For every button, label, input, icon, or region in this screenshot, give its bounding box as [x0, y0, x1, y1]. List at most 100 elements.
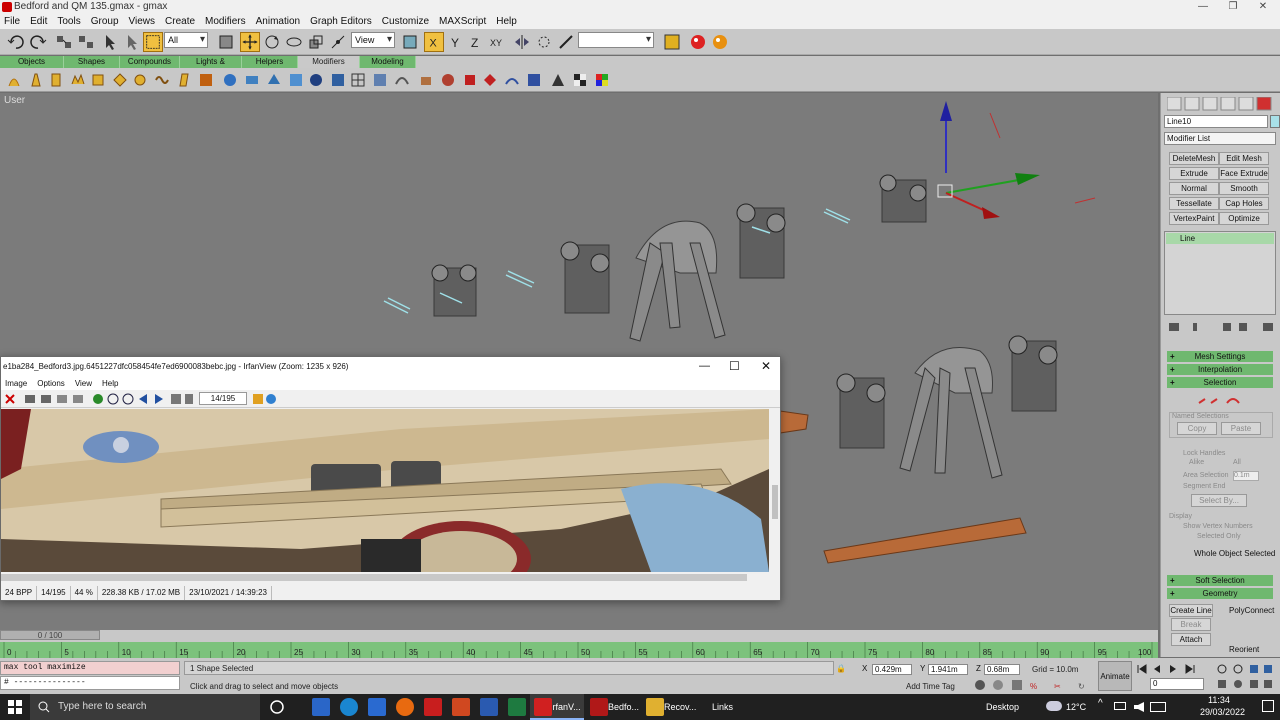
restrict-x-icon[interactable]: X: [424, 32, 444, 52]
deletemesh-button[interactable]: DeleteMesh: [1169, 152, 1219, 165]
current-frame-field[interactable]: 0: [1150, 678, 1204, 690]
irfanview-minimize-button[interactable]: —: [699, 360, 710, 372]
irfanview-window[interactable]: e1ba284_Bedford3.jpg.6451227dfc058454fe7…: [0, 356, 781, 601]
named-selection-dropdown[interactable]: [578, 32, 654, 48]
normal-modifier-icon[interactable]: [288, 72, 304, 88]
geometry-rollout[interactable]: Geometry: [1167, 588, 1273, 599]
mail-icon[interactable]: [368, 698, 386, 716]
irfanview-maximize-button[interactable]: ☐: [729, 359, 740, 373]
array-icon[interactable]: [534, 32, 554, 52]
restrict-y-icon[interactable]: Y: [446, 32, 466, 52]
selected-only-checkbox[interactable]: Selected Only: [1197, 533, 1241, 540]
task-view-icon[interactable]: [270, 700, 284, 714]
restrict-xy-icon[interactable]: XY: [488, 32, 508, 52]
network-icon[interactable]: [1114, 702, 1126, 710]
irfanview-title[interactable]: e1ba284_Bedford3.jpg.6451227dfc058454fe7…: [1, 357, 780, 377]
menu-animation[interactable]: Animation: [252, 14, 306, 29]
area-selection-field[interactable]: 0.1m: [1233, 471, 1259, 481]
mirror-icon[interactable]: [512, 32, 532, 52]
menu-create[interactable]: Create: [161, 14, 201, 29]
z-coordinate[interactable]: 0.68m: [984, 664, 1020, 675]
scale-icon[interactable]: [306, 32, 326, 52]
track-bar[interactable]: 0 5 10 15 20 25 30 35 40 45 50 55 60 65 70 75 80 85 90 95 10…: [0, 642, 1158, 658]
copy-button[interactable]: Copy: [1177, 422, 1217, 435]
playback-controls[interactable]: [1134, 662, 1216, 676]
symmetry-modifier-icon[interactable]: [550, 72, 566, 88]
irfan-menu-image[interactable]: Image: [1, 377, 33, 390]
bend-modifier-icon[interactable]: [6, 72, 22, 88]
store-icon[interactable]: [312, 698, 330, 716]
ripple-modifier-icon[interactable]: [132, 72, 148, 88]
material-modifier-icon[interactable]: [244, 72, 260, 88]
windows-start-icon[interactable]: [8, 700, 22, 714]
squeeze-modifier-icon[interactable]: [112, 72, 128, 88]
y-coordinate[interactable]: 1.941m: [928, 664, 968, 675]
lock-handles-checkbox[interactable]: Lock Handles: [1183, 450, 1225, 457]
reference-coordinate-dropdown[interactable]: View: [351, 32, 395, 48]
optimize-modifier-icon[interactable]: [330, 72, 346, 88]
unlink-icon[interactable]: [76, 32, 96, 52]
create-line-button[interactable]: Create Line: [1169, 604, 1213, 617]
attach-button[interactable]: Attach: [1171, 633, 1211, 646]
notification-icon[interactable]: [1262, 700, 1274, 712]
animate-button[interactable]: Animate: [1098, 661, 1132, 691]
irfan-menu-view[interactable]: View: [71, 377, 98, 390]
edit-mesh-icon[interactable]: [482, 72, 498, 88]
powerpoint-icon[interactable]: [452, 698, 470, 716]
smooth-button[interactable]: Smooth: [1219, 182, 1269, 195]
interpolation-rollout[interactable]: Interpolation: [1167, 364, 1273, 375]
checker-icon[interactable]: [572, 72, 588, 88]
select-by-button[interactable]: Select By...: [1191, 494, 1247, 507]
irfan-vscroll-thumb[interactable]: [772, 485, 778, 519]
edit-spline-icon[interactable]: [504, 72, 520, 88]
segment-end-checkbox[interactable]: Segment End: [1183, 483, 1225, 490]
smooth-modifier-icon[interactable]: [266, 72, 282, 88]
irfan-hscroll-thumb[interactable]: [1, 574, 747, 581]
panel-tabs[interactable]: [1167, 97, 1275, 111]
viewport-nav-controls[interactable]: [1210, 662, 1280, 692]
region-select-icon[interactable]: [143, 32, 163, 52]
reorient-checkbox[interactable]: Reorient: [1229, 645, 1259, 654]
link-icon[interactable]: [54, 32, 74, 52]
sub-object-icons[interactable]: [1197, 395, 1245, 407]
object-color-swatch[interactable]: [1270, 115, 1280, 128]
taskbar-temperature[interactable]: 12°C: [1066, 694, 1092, 720]
menu-tools[interactable]: Tools: [53, 14, 86, 29]
tray-chevron-icon[interactable]: ^: [1098, 698, 1103, 709]
quick-render-icon[interactable]: [710, 32, 730, 52]
keyboard-icon[interactable]: [1150, 702, 1166, 712]
wave-modifier-icon[interactable]: [154, 72, 170, 88]
soft-selection-rollout[interactable]: Soft Selection: [1167, 575, 1273, 586]
word-icon[interactable]: [480, 698, 498, 716]
transform-center-icon[interactable]: [400, 32, 420, 52]
pivot-icon[interactable]: [328, 32, 348, 52]
selection-rollout[interactable]: Selection: [1167, 377, 1273, 388]
tab-compounds[interactable]: Compounds: [120, 56, 180, 68]
paste-button[interactable]: Paste: [1221, 422, 1261, 435]
edit-patch-icon[interactable]: [526, 72, 542, 88]
maxscript-listener[interactable]: max tool maximize: [0, 661, 180, 675]
cap-holes-button[interactable]: Cap Holes: [1219, 197, 1269, 210]
select-by-name-icon[interactable]: [122, 32, 142, 52]
undo-icon[interactable]: [6, 32, 26, 52]
maxscript-input[interactable]: # ---------------: [0, 676, 180, 690]
noise-modifier-icon[interactable]: [70, 72, 86, 88]
tab-helpers[interactable]: Helpers: [242, 56, 298, 68]
time-slider[interactable]: 0 / 100: [0, 630, 100, 640]
selection-filter-dropdown[interactable]: All: [164, 32, 208, 48]
menu-help[interactable]: Help: [492, 14, 523, 29]
add-time-tag[interactable]: Add Time Tag: [906, 682, 955, 691]
clock-date[interactable]: 29/03/2022: [1200, 707, 1245, 717]
edge-icon[interactable]: [340, 698, 358, 716]
taskbar-search-input[interactable]: Type here to search: [30, 694, 260, 720]
material-editor-icon[interactable]: [662, 32, 682, 52]
multi-color-icon[interactable]: [594, 72, 610, 88]
taper-modifier-icon[interactable]: [28, 72, 44, 88]
select-icon[interactable]: [100, 32, 120, 52]
tab-lights-cameras[interactable]: Lights & Cameras: [180, 56, 242, 78]
restrict-z-icon[interactable]: Z: [466, 32, 486, 52]
tab-objects[interactable]: Objects: [0, 56, 64, 68]
lattice-modifier-icon[interactable]: [350, 72, 366, 88]
twist-modifier-icon[interactable]: [48, 72, 64, 88]
snap-toggles[interactable]: % ✂ ↻: [974, 678, 1096, 692]
